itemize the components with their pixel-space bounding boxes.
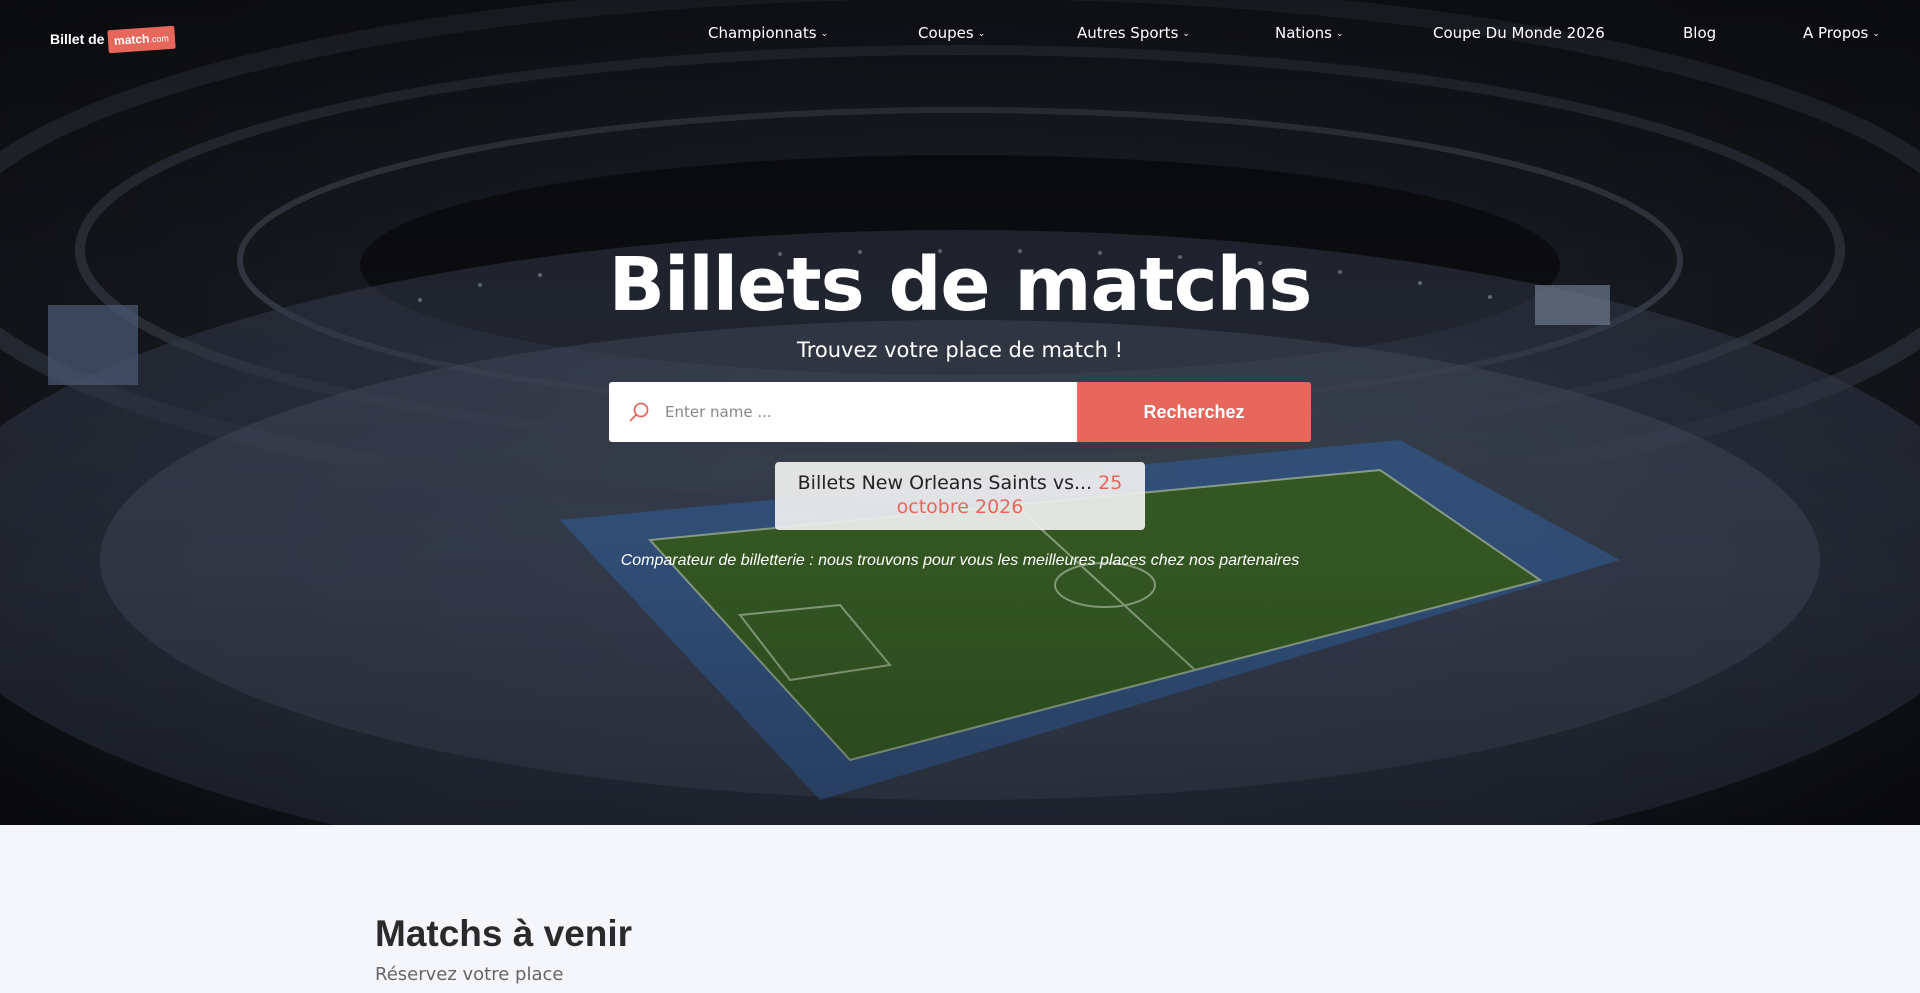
chevron-down-icon: ⌄ (1182, 28, 1190, 39)
nav-item-coupe-du-monde-2026[interactable]: Coupe Du Monde 2026 (1433, 24, 1605, 42)
chevron-down-icon: ⌄ (820, 28, 829, 39)
hero-subtitle: Trouvez votre place de match ! (796, 338, 1123, 362)
nav-item-label: A Propos (1803, 24, 1869, 42)
nav-item-blog[interactable]: Blog (1683, 24, 1716, 42)
nav-item-coupes[interactable]: Coupes ⌄ (918, 24, 985, 42)
nav-item-label: Nations (1275, 24, 1332, 42)
nav-item-label: Coupes (918, 24, 974, 42)
search-form: Recherchez (609, 382, 1311, 442)
nav-item-autres-sports[interactable]: Autres Sports ⌄ (1077, 24, 1190, 42)
upcoming-matches-section: Matchs à venir Réservez votre place (0, 825, 1920, 993)
nav-item-a-propos[interactable]: A Propos ⌄ (1803, 24, 1880, 42)
nav-item-label: Coupe Du Monde 2026 (1433, 24, 1605, 42)
hero-section: Billet de match.com Championnats ⌄ Coupe… (0, 0, 1920, 825)
hero-tagline: Comparateur de billetterie : nous trouvo… (620, 552, 1300, 569)
nav-item-label: Blog (1683, 24, 1717, 42)
search-icon (629, 402, 649, 422)
section-title: Matchs à venir (375, 913, 633, 954)
suggestion-title: Billets New Orleans Saints vs... (797, 472, 1093, 494)
hero-title: Billets de matchs (608, 242, 1313, 328)
nav-item-label: Autres Sports (1077, 24, 1179, 42)
search-field (609, 382, 1077, 442)
chevron-down-icon: ⌄ (1872, 28, 1880, 39)
search-button[interactable]: Recherchez (1077, 382, 1311, 442)
main-nav: Championnats ⌄ Coupes ⌄ Autres Sports ⌄ … (0, 24, 1920, 48)
chevron-down-icon: ⌄ (1335, 28, 1344, 39)
chevron-down-icon: ⌄ (977, 28, 986, 39)
section-subtitle: Réservez votre place (375, 964, 564, 985)
search-input[interactable] (665, 403, 1045, 421)
match-suggestion-card[interactable]: Billets New Orleans Saints vs... 25 octo… (775, 462, 1145, 530)
nav-item-championnats[interactable]: Championnats ⌄ (708, 24, 828, 42)
nav-item-label: Championnats (708, 24, 817, 42)
nav-item-nations[interactable]: Nations ⌄ (1275, 24, 1344, 42)
